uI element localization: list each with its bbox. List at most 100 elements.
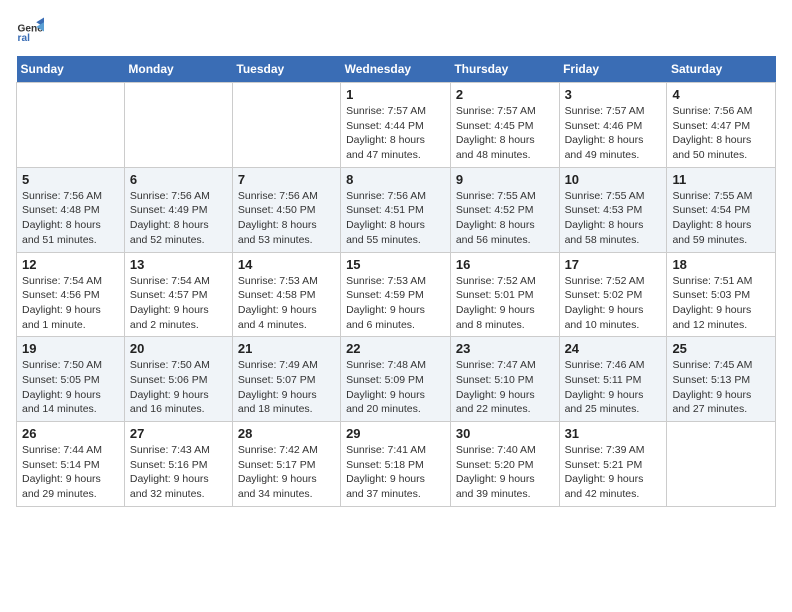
calendar-day-25: 25 Sunrise: 7:45 AM Sunset: 5:13 PM Dayli… (667, 337, 776, 422)
calendar-week-5: 26 Sunrise: 7:44 AM Sunset: 5:14 PM Dayli… (17, 422, 776, 507)
day-info-11: Sunrise: 7:55 AM Sunset: 4:54 PM Dayligh… (672, 189, 770, 248)
calendar-day-3: 3 Sunrise: 7:57 AM Sunset: 4:46 PM Daylig… (559, 83, 667, 168)
day-info-18: Sunrise: 7:51 AM Sunset: 5:03 PM Dayligh… (672, 274, 770, 333)
day-number-16: 16 (456, 257, 554, 272)
day-number-18: 18 (672, 257, 770, 272)
day-number-6: 6 (130, 172, 227, 187)
day-info-30: Sunrise: 7:40 AM Sunset: 5:20 PM Dayligh… (456, 443, 554, 502)
weekday-header-saturday: Saturday (667, 56, 776, 83)
day-number-21: 21 (238, 341, 335, 356)
day-info-25: Sunrise: 7:45 AM Sunset: 5:13 PM Dayligh… (672, 358, 770, 417)
day-number-14: 14 (238, 257, 335, 272)
day-info-17: Sunrise: 7:52 AM Sunset: 5:02 PM Dayligh… (565, 274, 662, 333)
calendar-table: SundayMondayTuesdayWednesdayThursdayFrid… (16, 56, 776, 507)
day-info-13: Sunrise: 7:54 AM Sunset: 4:57 PM Dayligh… (130, 274, 227, 333)
logo-icon: Gene ral (16, 16, 44, 44)
calendar-day-16: 16 Sunrise: 7:52 AM Sunset: 5:01 PM Dayli… (450, 252, 559, 337)
weekday-header-tuesday: Tuesday (232, 56, 340, 83)
empty-cell (667, 422, 776, 507)
day-info-29: Sunrise: 7:41 AM Sunset: 5:18 PM Dayligh… (346, 443, 445, 502)
day-number-10: 10 (565, 172, 662, 187)
day-number-1: 1 (346, 87, 445, 102)
weekday-header-friday: Friday (559, 56, 667, 83)
calendar-day-27: 27 Sunrise: 7:43 AM Sunset: 5:16 PM Dayli… (124, 422, 232, 507)
calendar-week-1: 1 Sunrise: 7:57 AM Sunset: 4:44 PM Daylig… (17, 83, 776, 168)
calendar-day-9: 9Sunrise: 7:55 AM Sunset: 4:52 PM Daylig… (450, 167, 559, 252)
day-number-8: 8 (346, 172, 445, 187)
day-number-4: 4 (672, 87, 770, 102)
day-info-8: Sunrise: 7:56 AM Sunset: 4:51 PM Dayligh… (346, 189, 445, 248)
empty-cell (124, 83, 232, 168)
calendar-day-5: 5 Sunrise: 7:56 AM Sunset: 4:48 PM Daylig… (17, 167, 125, 252)
calendar-day-21: 21Sunrise: 7:49 AM Sunset: 5:07 PM Dayli… (232, 337, 340, 422)
day-number-3: 3 (565, 87, 662, 102)
calendar-day-30: 30 Sunrise: 7:40 AM Sunset: 5:20 PM Dayli… (450, 422, 559, 507)
calendar-day-12: 12Sunrise: 7:54 AM Sunset: 4:56 PM Dayli… (17, 252, 125, 337)
calendar-day-19: 19 Sunrise: 7:50 AM Sunset: 5:05 PM Dayli… (17, 337, 125, 422)
day-info-12: Sunrise: 7:54 AM Sunset: 4:56 PM Dayligh… (22, 274, 119, 333)
header: Gene ral (16, 16, 776, 44)
day-number-24: 24 (565, 341, 662, 356)
calendar-day-26: 26 Sunrise: 7:44 AM Sunset: 5:14 PM Dayli… (17, 422, 125, 507)
calendar-header: SundayMondayTuesdayWednesdayThursdayFrid… (17, 56, 776, 83)
day-info-26: Sunrise: 7:44 AM Sunset: 5:14 PM Dayligh… (22, 443, 119, 502)
calendar-day-11: 11 Sunrise: 7:55 AM Sunset: 4:54 PM Dayli… (667, 167, 776, 252)
day-info-23: Sunrise: 7:47 AM Sunset: 5:10 PM Dayligh… (456, 358, 554, 417)
day-number-22: 22 (346, 341, 445, 356)
day-number-27: 27 (130, 426, 227, 441)
day-number-30: 30 (456, 426, 554, 441)
calendar-body: 1 Sunrise: 7:57 AM Sunset: 4:44 PM Daylig… (17, 83, 776, 507)
weekday-header-row: SundayMondayTuesdayWednesdayThursdayFrid… (17, 56, 776, 83)
calendar-day-28: 28Sunrise: 7:42 AM Sunset: 5:17 PM Dayli… (232, 422, 340, 507)
day-info-6: Sunrise: 7:56 AM Sunset: 4:49 PM Dayligh… (130, 189, 227, 248)
day-number-23: 23 (456, 341, 554, 356)
calendar-day-13: 13 Sunrise: 7:54 AM Sunset: 4:57 PM Dayli… (124, 252, 232, 337)
calendar-day-6: 6 Sunrise: 7:56 AM Sunset: 4:49 PM Daylig… (124, 167, 232, 252)
day-info-3: Sunrise: 7:57 AM Sunset: 4:46 PM Dayligh… (565, 104, 662, 163)
day-info-16: Sunrise: 7:52 AM Sunset: 5:01 PM Dayligh… (456, 274, 554, 333)
calendar-day-29: 29Sunrise: 7:41 AM Sunset: 5:18 PM Dayli… (341, 422, 451, 507)
day-info-28: Sunrise: 7:42 AM Sunset: 5:17 PM Dayligh… (238, 443, 335, 502)
day-info-19: Sunrise: 7:50 AM Sunset: 5:05 PM Dayligh… (22, 358, 119, 417)
day-info-7: Sunrise: 7:56 AM Sunset: 4:50 PM Dayligh… (238, 189, 335, 248)
calendar-day-14: 14 Sunrise: 7:53 AM Sunset: 4:58 PM Dayli… (232, 252, 340, 337)
weekday-header-sunday: Sunday (17, 56, 125, 83)
day-number-11: 11 (672, 172, 770, 187)
day-info-1: Sunrise: 7:57 AM Sunset: 4:44 PM Dayligh… (346, 104, 445, 163)
day-info-4: Sunrise: 7:56 AM Sunset: 4:47 PM Dayligh… (672, 104, 770, 163)
calendar-week-2: 5 Sunrise: 7:56 AM Sunset: 4:48 PM Daylig… (17, 167, 776, 252)
day-number-19: 19 (22, 341, 119, 356)
calendar-day-2: 2Sunrise: 7:57 AM Sunset: 4:45 PM Daylig… (450, 83, 559, 168)
day-info-15: Sunrise: 7:53 AM Sunset: 4:59 PM Dayligh… (346, 274, 445, 333)
calendar-day-15: 15 Sunrise: 7:53 AM Sunset: 4:59 PM Dayli… (341, 252, 451, 337)
day-number-25: 25 (672, 341, 770, 356)
day-number-31: 31 (565, 426, 662, 441)
calendar-day-20: 20 Sunrise: 7:50 AM Sunset: 5:06 PM Dayli… (124, 337, 232, 422)
day-number-7: 7 (238, 172, 335, 187)
day-info-5: Sunrise: 7:56 AM Sunset: 4:48 PM Dayligh… (22, 189, 119, 248)
calendar-day-10: 10 Sunrise: 7:55 AM Sunset: 4:53 PM Dayli… (559, 167, 667, 252)
day-number-13: 13 (130, 257, 227, 272)
day-info-14: Sunrise: 7:53 AM Sunset: 4:58 PM Dayligh… (238, 274, 335, 333)
logo: Gene ral (16, 16, 48, 44)
calendar-day-24: 24Sunrise: 7:46 AM Sunset: 5:11 PM Dayli… (559, 337, 667, 422)
calendar-day-22: 22Sunrise: 7:48 AM Sunset: 5:09 PM Dayli… (341, 337, 451, 422)
day-number-15: 15 (346, 257, 445, 272)
calendar-day-8: 8 Sunrise: 7:56 AM Sunset: 4:51 PM Daylig… (341, 167, 451, 252)
day-number-20: 20 (130, 341, 227, 356)
weekday-header-monday: Monday (124, 56, 232, 83)
empty-cell (17, 83, 125, 168)
day-info-27: Sunrise: 7:43 AM Sunset: 5:16 PM Dayligh… (130, 443, 227, 502)
empty-cell (232, 83, 340, 168)
day-number-5: 5 (22, 172, 119, 187)
weekday-header-thursday: Thursday (450, 56, 559, 83)
calendar-day-4: 4 Sunrise: 7:56 AM Sunset: 4:47 PM Daylig… (667, 83, 776, 168)
day-info-10: Sunrise: 7:55 AM Sunset: 4:53 PM Dayligh… (565, 189, 662, 248)
day-info-20: Sunrise: 7:50 AM Sunset: 5:06 PM Dayligh… (130, 358, 227, 417)
day-info-9: Sunrise: 7:55 AM Sunset: 4:52 PM Dayligh… (456, 189, 554, 248)
calendar-week-3: 12Sunrise: 7:54 AM Sunset: 4:56 PM Dayli… (17, 252, 776, 337)
calendar-day-31: 31Sunrise: 7:39 AM Sunset: 5:21 PM Dayli… (559, 422, 667, 507)
calendar-day-23: 23 Sunrise: 7:47 AM Sunset: 5:10 PM Dayli… (450, 337, 559, 422)
calendar-day-7: 7 Sunrise: 7:56 AM Sunset: 4:50 PM Daylig… (232, 167, 340, 252)
day-number-26: 26 (22, 426, 119, 441)
